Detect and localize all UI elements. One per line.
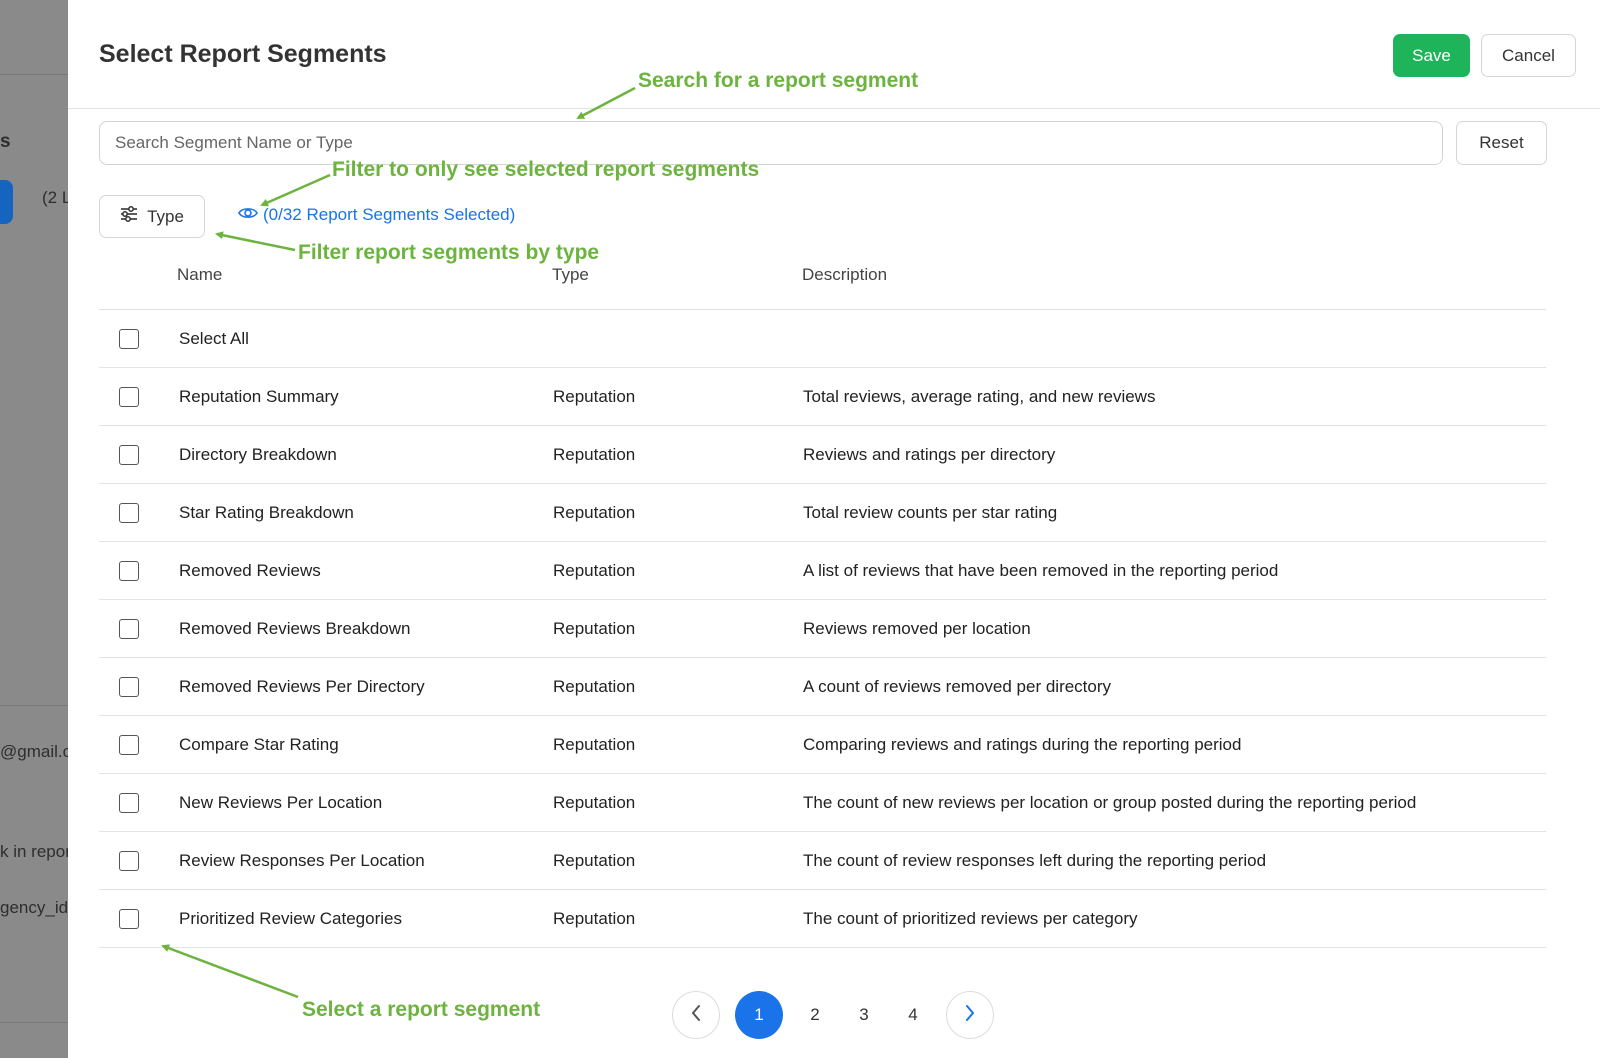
page-button-2[interactable]: 2 bbox=[801, 991, 829, 1039]
segment-type: Reputation bbox=[553, 503, 636, 522]
background-text: gency_id bbox=[0, 898, 68, 917]
background-divider bbox=[0, 705, 68, 706]
select-all-row: Select All bbox=[99, 310, 1546, 368]
show-selected-toggle[interactable]: (0/32 Report Segments Selected) bbox=[238, 205, 515, 225]
type-filter-label: Type bbox=[147, 206, 184, 226]
segment-name: Removed Reviews bbox=[179, 561, 321, 580]
search-input[interactable] bbox=[99, 121, 1443, 165]
segment-type: Reputation bbox=[553, 387, 636, 406]
chevron-left-icon bbox=[690, 1004, 702, 1027]
segment-name: Prioritized Review Categories bbox=[179, 909, 402, 928]
table-row: Removed Reviews Breakdown Reputation Rev… bbox=[99, 600, 1546, 658]
segment-type: Reputation bbox=[553, 735, 636, 754]
segment-name: Star Rating Breakdown bbox=[179, 503, 354, 522]
segment-type: Reputation bbox=[553, 793, 636, 812]
segment-name: Reputation Summary bbox=[179, 387, 339, 406]
table-row: Removed Reviews Per Directory Reputation… bbox=[99, 658, 1546, 716]
segment-type: Reputation bbox=[553, 561, 636, 580]
type-filter-annotation: Filter report segments by type bbox=[298, 241, 600, 264]
segment-name: Compare Star Rating bbox=[179, 735, 339, 754]
row-checkbox[interactable] bbox=[119, 793, 139, 813]
table-row: New Reviews Per Location Reputation The … bbox=[99, 774, 1546, 832]
segment-type: Reputation bbox=[553, 445, 636, 464]
segment-type: Reputation bbox=[553, 619, 636, 638]
background-text: k in repor bbox=[0, 842, 68, 861]
segment-name: New Reviews Per Location bbox=[179, 793, 383, 812]
segment-type: Reputation bbox=[553, 851, 636, 870]
selected-count-label: (0/32 Report Segments Selected) bbox=[263, 205, 516, 224]
cancel-button[interactable]: Cancel bbox=[1481, 34, 1576, 77]
segment-name: Removed Reviews Breakdown bbox=[179, 619, 411, 638]
sliders-icon bbox=[120, 206, 138, 227]
segment-name: Removed Reviews Per Directory bbox=[179, 677, 425, 696]
type-filter-button[interactable]: Type bbox=[99, 195, 205, 238]
page-button-4[interactable]: 4 bbox=[899, 991, 927, 1039]
segment-description: The count of review responses left durin… bbox=[803, 851, 1267, 870]
search-annotation: Search for a report segment bbox=[638, 69, 919, 92]
table-row: Star Rating Breakdown Reputation Total r… bbox=[99, 484, 1546, 542]
segment-description: A list of reviews that have been removed… bbox=[803, 561, 1279, 580]
row-checkbox[interactable] bbox=[119, 677, 139, 697]
table-row: Compare Star Rating Reputation Comparing… bbox=[99, 716, 1546, 774]
table-row: Removed Reviews Reputation A list of rev… bbox=[99, 542, 1546, 600]
segment-type: Reputation bbox=[553, 677, 636, 696]
next-page-button[interactable] bbox=[946, 991, 994, 1039]
select-all-checkbox[interactable] bbox=[119, 329, 139, 349]
column-header-name[interactable]: Name bbox=[177, 265, 222, 285]
segment-description: Total reviews, average rating, and new r… bbox=[803, 387, 1156, 406]
segment-description: A count of reviews removed per directory bbox=[803, 677, 1112, 696]
column-header-description: Description bbox=[802, 265, 888, 284]
background-text: (2 L bbox=[42, 188, 68, 207]
select-report-segments-modal: Select Report Segments Save Cancel Reset… bbox=[68, 2, 1600, 1058]
segment-description: Reviews and ratings per directory bbox=[803, 445, 1056, 464]
background-divider bbox=[0, 1022, 68, 1023]
previous-page-button[interactable] bbox=[672, 991, 720, 1039]
table-row: Directory Breakdown Reputation Reviews a… bbox=[99, 426, 1546, 484]
chevron-right-icon bbox=[964, 1004, 976, 1027]
segment-name: Directory Breakdown bbox=[179, 445, 337, 464]
segment-description: Comparing reviews and ratings during the… bbox=[803, 735, 1242, 754]
row-checkbox[interactable] bbox=[119, 445, 139, 465]
segment-description: The count of prioritized reviews per cat… bbox=[803, 909, 1138, 928]
row-checkbox[interactable] bbox=[119, 561, 139, 581]
row-checkbox[interactable] bbox=[119, 909, 139, 929]
segment-name: Review Responses Per Location bbox=[179, 851, 425, 870]
eye-icon bbox=[238, 205, 258, 225]
segment-description: Reviews removed per location bbox=[803, 619, 1031, 638]
background-text: @gmail.c bbox=[0, 742, 68, 761]
background-button bbox=[0, 180, 13, 224]
row-checkbox[interactable] bbox=[119, 851, 139, 871]
background-page: s (2 L @gmail.c k in repor gency_id bbox=[0, 0, 68, 1058]
table-row: Reputation Summary Reputation Total revi… bbox=[99, 368, 1546, 426]
row-checkbox[interactable] bbox=[119, 735, 139, 755]
background-divider bbox=[0, 74, 68, 75]
row-checkbox[interactable] bbox=[119, 503, 139, 523]
background-text: s bbox=[0, 131, 11, 152]
page-button-3[interactable]: 3 bbox=[850, 991, 878, 1039]
select-all-label: Select All bbox=[179, 329, 249, 348]
column-header-type[interactable]: Type bbox=[552, 265, 589, 285]
page-button-1[interactable]: 1 bbox=[735, 991, 783, 1039]
row-checkbox[interactable] bbox=[119, 387, 139, 407]
table-row: Review Responses Per Location Reputation… bbox=[99, 832, 1546, 890]
reset-button[interactable]: Reset bbox=[1456, 121, 1547, 165]
segment-description: Total review counts per star rating bbox=[803, 503, 1058, 522]
modal-title: Select Report Segments bbox=[99, 40, 387, 68]
segment-description: The count of new reviews per location or… bbox=[803, 793, 1417, 812]
table-row: Prioritized Review Categories Reputation… bbox=[99, 890, 1546, 948]
selected-filter-annotation: Filter to only see selected report segme… bbox=[332, 158, 760, 181]
save-button[interactable]: Save bbox=[1393, 34, 1470, 77]
segment-type: Reputation bbox=[553, 909, 636, 928]
select-segment-annotation: Select a report segment bbox=[302, 998, 541, 1021]
row-checkbox[interactable] bbox=[119, 619, 139, 639]
